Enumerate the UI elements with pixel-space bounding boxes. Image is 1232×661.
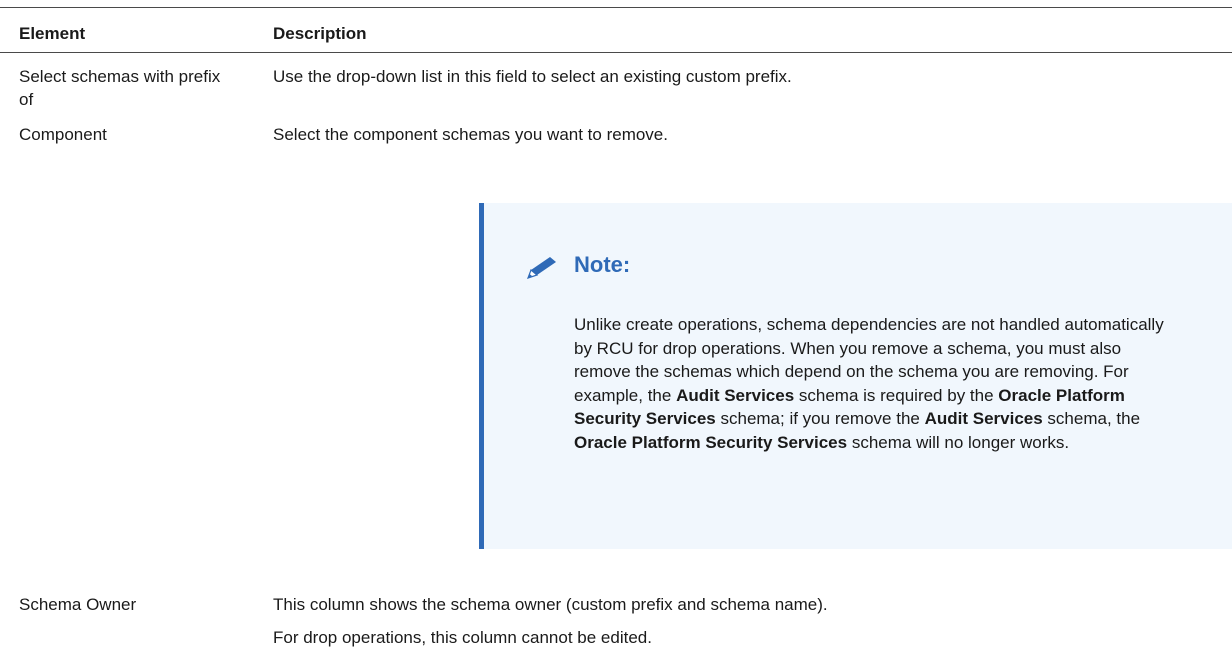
row-description-select-schemas: Use the drop-down list in this field to …: [273, 67, 792, 86]
column-header-element: Element: [19, 24, 86, 43]
note-text: schema will no longer works.: [847, 432, 1070, 452]
note-callout: Note: Unlike create operations, schema d…: [479, 203, 1232, 549]
note-emphasis: Audit Services: [924, 409, 1043, 428]
note-text: schema is required by the: [794, 385, 999, 405]
row-element-schema-owner: Schema Owner: [19, 595, 137, 614]
row-description-component: Select the component schemas you want to…: [273, 125, 668, 144]
row-description-schema-owner-1: This column shows the schema owner (cust…: [273, 595, 828, 614]
row-element-component: Component: [19, 125, 107, 144]
column-header-description: Description: [273, 24, 367, 43]
pencil-icon: [526, 257, 556, 279]
note-emphasis: Audit Services: [676, 385, 795, 405]
note-title: Note:: [574, 252, 631, 277]
table-top-rule: [0, 7, 1232, 8]
note-text: schema, the: [1042, 409, 1141, 428]
note-body: Unlike create operations, schema depende…: [574, 313, 1174, 454]
table-header-rule: [0, 52, 1232, 53]
note-text: schema; if you remove the: [715, 409, 925, 428]
note-emphasis: Oracle Platform Security Services: [574, 432, 848, 452]
row-description-schema-owner-2: For drop operations, this column cannot …: [273, 628, 652, 647]
row-element-select-schemas: Select schemas with prefix of: [19, 67, 221, 109]
